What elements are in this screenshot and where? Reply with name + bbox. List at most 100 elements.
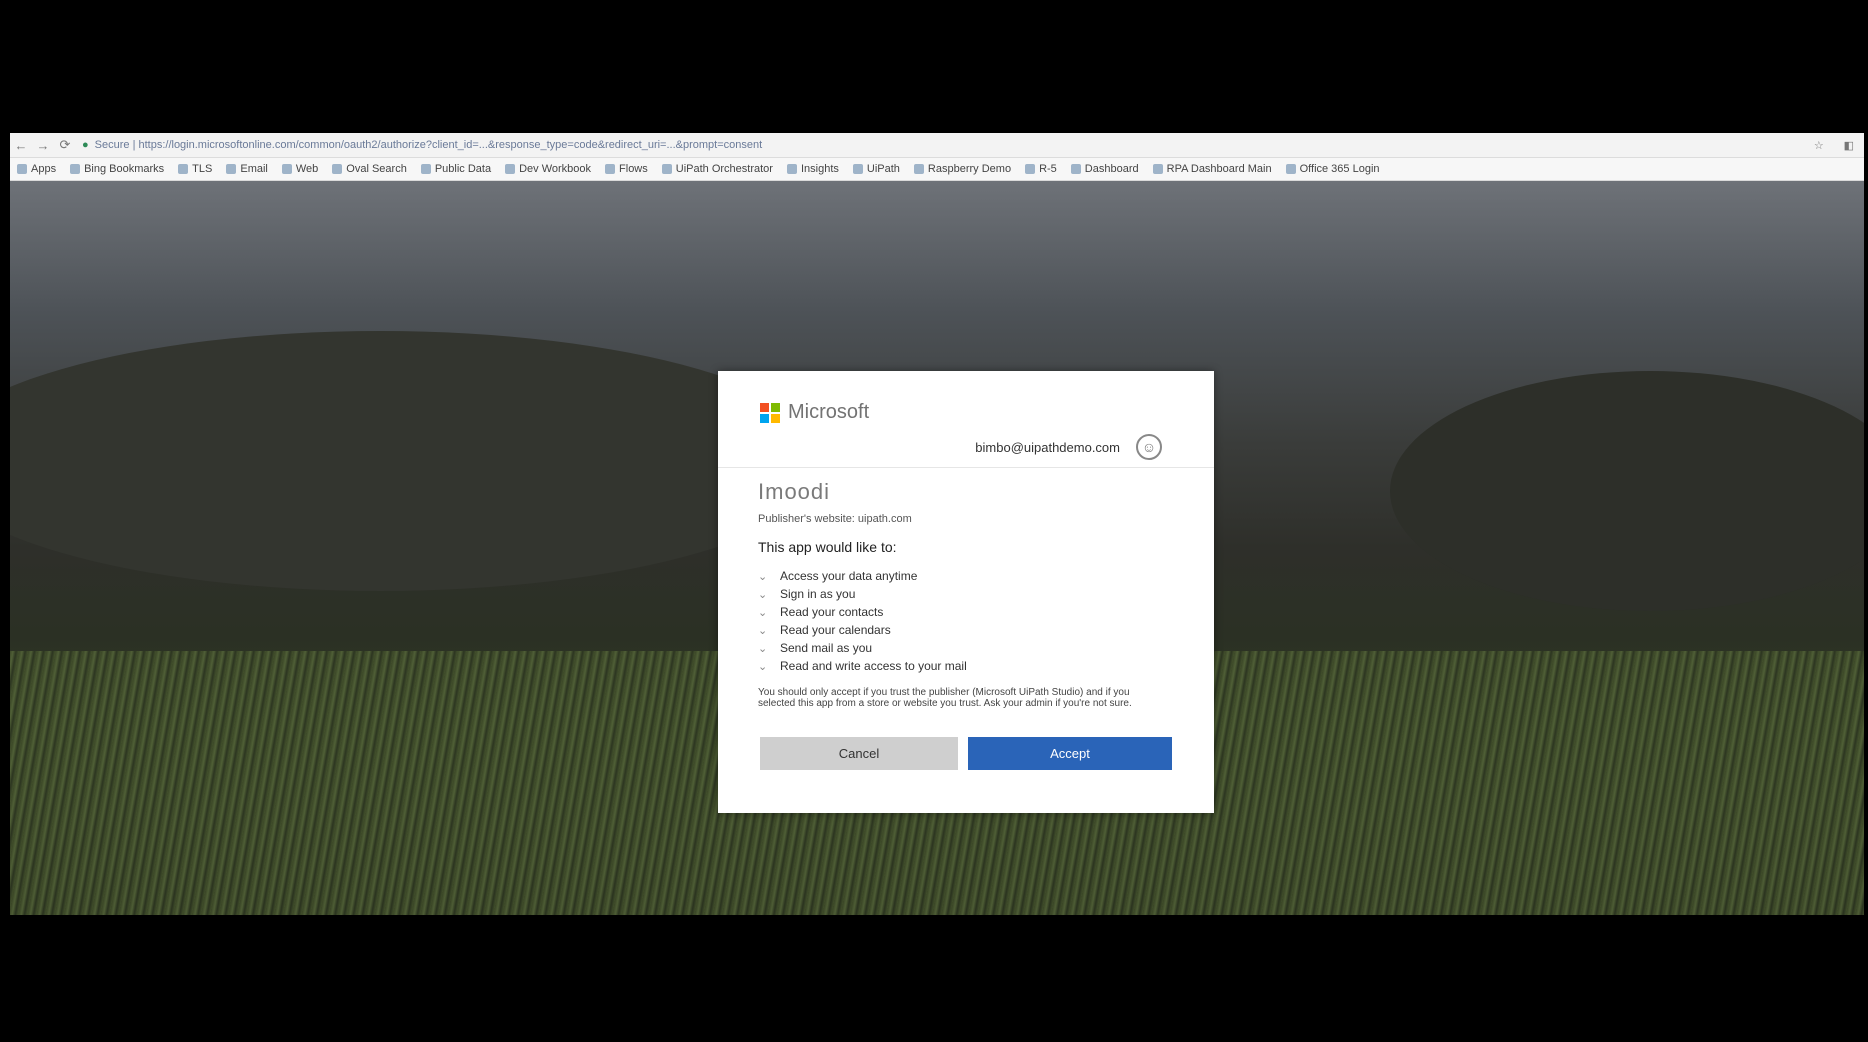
bookmark-label: Web	[295, 163, 319, 175]
chevron-down-icon: ⌄	[758, 624, 768, 637]
permissions-heading: This app would like to:	[758, 539, 897, 555]
extension-icon[interactable]: ◧	[1844, 139, 1854, 152]
app-name: Imoodi	[758, 479, 831, 504]
bookmark-item[interactable]: Office 365 Login	[1285, 163, 1380, 175]
browser-window: ← → ⟳ ● Secure | https://login.microsofto…	[10, 133, 1864, 915]
video-letterbox-left	[0, 133, 10, 915]
account-row: bimbo@uipathdemo.com ☺	[718, 433, 1214, 461]
permission-item[interactable]: ⌄ Send mail as you	[758, 639, 967, 657]
bookmark-item[interactable]: Email	[226, 163, 268, 175]
bookmark-item[interactable]: Web	[281, 163, 319, 175]
bookmark-item[interactable]: UiPath Orchestrator	[661, 163, 773, 175]
bookmark-icon	[332, 164, 343, 174]
bookmark-label: Dashboard	[1084, 163, 1139, 175]
cancel-button[interactable]: Cancel	[760, 737, 958, 770]
mountain-left	[10, 331, 830, 591]
bookmark-icon	[1285, 164, 1296, 174]
bookmark-label: Flows	[619, 163, 648, 175]
chevron-down-icon: ⌄	[758, 570, 768, 583]
bookmark-item[interactable]: Flows	[605, 163, 648, 175]
mountain-right	[1390, 371, 1864, 611]
bookmark-label: UiPath Orchestrator	[675, 163, 773, 175]
login-background: Microsoft bimbo@uipathdemo.com ☺ Imoodi …	[10, 181, 1864, 915]
forward-arrow-icon[interactable]: →	[32, 138, 54, 153]
publisher-link[interactable]: Publisher's website: uipath.com	[758, 513, 912, 525]
bookmark-icon	[1070, 164, 1081, 174]
accept-button[interactable]: Accept	[968, 737, 1172, 770]
bookmark-item[interactable]: Public Data	[420, 163, 492, 175]
permission-label: Read and write access to your mail	[780, 659, 967, 673]
account-email: bimbo@uipathdemo.com	[975, 439, 1120, 455]
bookmark-item[interactable]: Oval Search	[332, 163, 407, 175]
url-value[interactable]: Secure | https://login.microsoftonline.c…	[95, 139, 763, 151]
bookmark-label: Dev Workbook	[519, 163, 592, 175]
bookmark-icon	[661, 164, 672, 174]
chevron-down-icon: ⌄	[758, 588, 768, 601]
bookmark-icon	[420, 164, 431, 174]
bookmark-item[interactable]: Raspberry Demo	[913, 163, 1012, 175]
permission-label: Access your data anytime	[780, 569, 918, 583]
microsoft-logo-icon	[760, 402, 780, 423]
bookmark-icon	[505, 164, 516, 174]
star-icon[interactable]: ☆	[1814, 139, 1824, 152]
bookmark-icon	[605, 164, 616, 174]
bookmark-label: Email	[240, 163, 268, 175]
microsoft-wordmark: Microsoft	[788, 401, 870, 423]
bookmark-label: Oval Search	[346, 163, 407, 175]
bookmark-label: Office 365 Login	[1299, 163, 1380, 175]
bookmark-label: RPA Dashboard Main	[1166, 163, 1272, 175]
video-letterbox-top	[0, 0, 1868, 133]
bookmark-label: Apps	[31, 163, 57, 175]
permission-item[interactable]: ⌄ Access your data anytime	[758, 567, 967, 585]
bookmark-label: Raspberry Demo	[927, 163, 1012, 175]
permission-label: Read your contacts	[780, 605, 884, 619]
bookmark-item[interactable]: RPA Dashboard Main	[1152, 163, 1272, 175]
consent-disclaimer: You should only accept if you trust the …	[758, 687, 1132, 709]
microsoft-logo: Microsoft	[760, 401, 869, 424]
bookmark-item[interactable]: R-5	[1025, 163, 1057, 175]
bookmark-label: Insights	[800, 163, 839, 175]
permission-label: Read your calendars	[780, 623, 891, 637]
lock-icon: ●	[82, 139, 89, 151]
permission-item[interactable]: ⌄ Read your contacts	[758, 603, 967, 621]
bookmark-item[interactable]: Dashboard	[1070, 163, 1139, 175]
bookmark-icon	[913, 164, 924, 174]
back-arrow-icon[interactable]: ←	[10, 138, 32, 153]
permission-item[interactable]: ⌄ Read your calendars	[758, 621, 967, 639]
bookmark-item[interactable]: TLS	[178, 163, 212, 175]
chevron-down-icon: ⌄	[758, 660, 768, 673]
bookmark-item[interactable]: Apps	[17, 163, 56, 175]
bookmark-label: TLS	[192, 163, 213, 175]
permission-label: Sign in as you	[780, 587, 856, 601]
permissions-list: ⌄ Access your data anytime ⌄ Sign in as you…	[758, 567, 967, 675]
bookmark-item[interactable]: UiPath	[852, 163, 900, 175]
address-bar-actions: ☆ ◧	[1804, 139, 1864, 152]
bookmark-icon	[17, 164, 27, 174]
bookmark-icon	[1025, 164, 1036, 174]
permission-item[interactable]: ⌄ Sign in as you	[758, 585, 967, 603]
bookmark-label: R-5	[1039, 163, 1057, 175]
bookmark-item[interactable]: Insights	[786, 163, 839, 175]
bookmark-icon	[178, 164, 189, 174]
permission-label: Send mail as you	[780, 641, 873, 655]
video-letterbox-bottom	[0, 915, 1868, 1042]
bookmark-icon	[1152, 164, 1163, 174]
url-text[interactable]: ● Secure | https://login.microsoftonline.…	[76, 139, 1804, 151]
bookmarks-bar: Apps Bing Bookmarks TLS Email Web Oval Search…	[10, 158, 1864, 181]
avatar-icon[interactable]: ☺	[1136, 434, 1162, 460]
consent-dialog: Microsoft bimbo@uipathdemo.com ☺ Imoodi …	[718, 371, 1214, 813]
bookmark-item[interactable]: Dev Workbook	[505, 163, 591, 175]
bookmark-item[interactable]: Bing Bookmarks	[70, 163, 164, 175]
bookmark-label: Bing Bookmarks	[84, 163, 165, 175]
chevron-down-icon: ⌄	[758, 642, 768, 655]
reload-icon[interactable]: ⟳	[54, 137, 76, 153]
bookmark-label: UiPath	[866, 163, 900, 175]
address-bar[interactable]: ← → ⟳ ● Secure | https://login.microsofto…	[10, 133, 1864, 158]
bookmark-icon	[226, 164, 237, 174]
bookmark-icon	[70, 164, 81, 174]
permission-item[interactable]: ⌄ Read and write access to your mail	[758, 657, 967, 675]
bookmark-icon	[281, 164, 292, 174]
bookmark-icon	[852, 164, 863, 174]
chevron-down-icon: ⌄	[758, 606, 768, 619]
bookmark-label: Public Data	[434, 163, 492, 175]
